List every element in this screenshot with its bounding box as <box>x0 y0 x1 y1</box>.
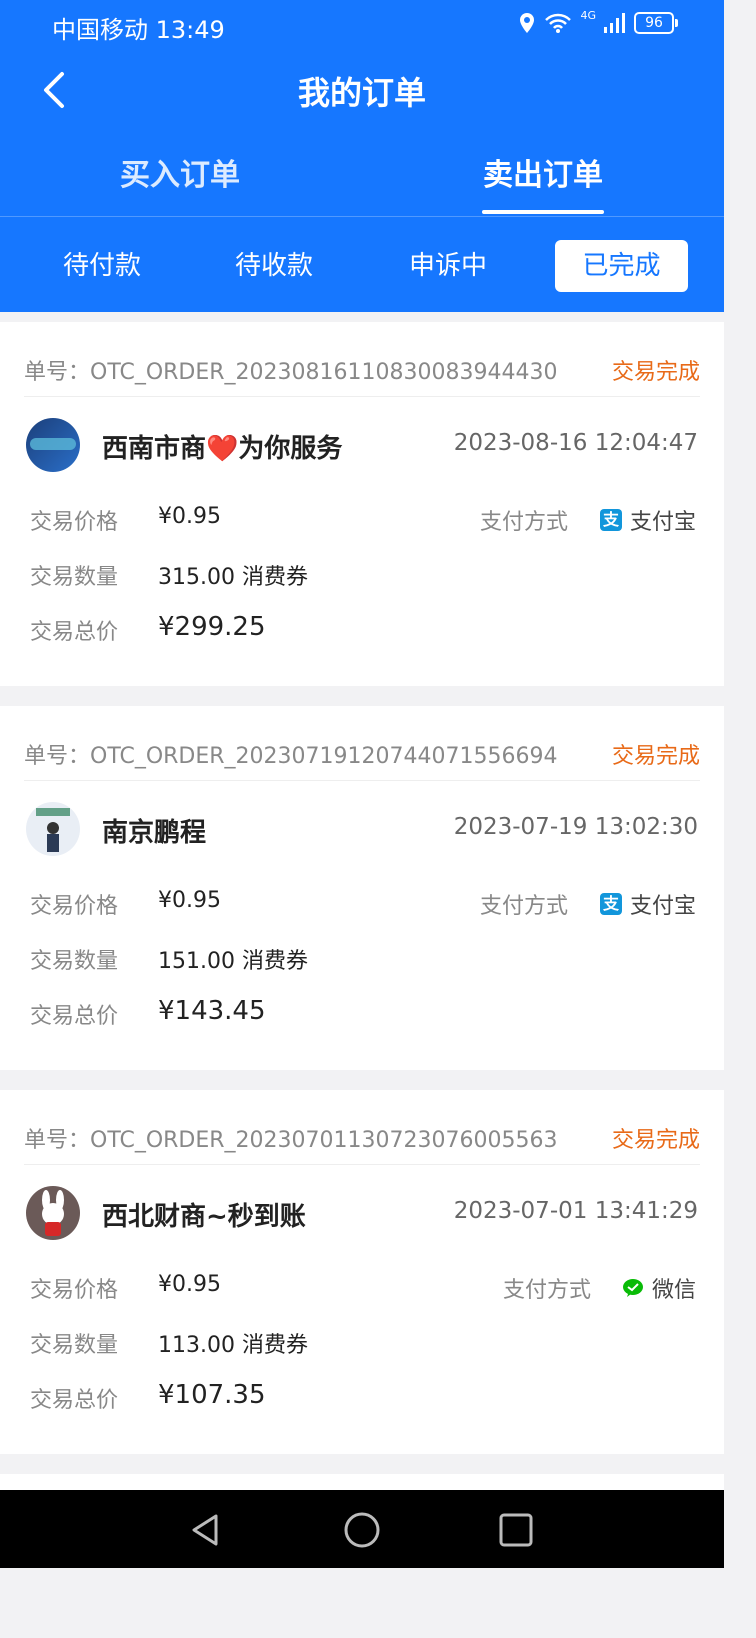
pay-method-label: 支付方式 <box>503 1278 592 1303</box>
divider <box>24 780 700 781</box>
recents-square-icon[interactable] <box>496 1510 536 1550</box>
pay-method: 支 支付宝 <box>599 888 696 920</box>
system-nav-bar <box>0 1490 724 1568</box>
price-label: 交易价格 <box>30 1278 119 1303</box>
pay-method-value: 支付宝 <box>629 894 696 919</box>
status-icons: 4G 96 <box>518 8 678 34</box>
price-value: ¥0.95 <box>158 1272 221 1297</box>
divider <box>24 396 700 397</box>
network-type: 4G <box>580 8 596 22</box>
quantity-value: 151.00 消费券 <box>158 949 308 974</box>
quantity-label: 交易数量 <box>30 565 119 590</box>
price-value: ¥0.95 <box>158 888 221 913</box>
pay-method: 支 支付宝 <box>599 504 696 536</box>
quantity-value: 315.00 消费券 <box>158 565 308 590</box>
total-label: 交易总价 <box>30 1004 119 1029</box>
wechat-icon <box>622 1279 643 1297</box>
quantity-label: 交易数量 <box>30 949 119 974</box>
alipay-icon: 支 <box>599 509 622 531</box>
pay-method-label: 支付方式 <box>480 510 569 535</box>
seller-name: 西北财商~秒到账 <box>102 1202 306 1232</box>
seller-name: 西南市商❤️为你服务 <box>102 434 343 464</box>
quantity-value: 113.00 消费券 <box>158 1333 308 1358</box>
seller-name: 南京鹏程 <box>102 818 207 848</box>
alipay-icon: 支 <box>599 893 622 915</box>
page-title: 我的订单 <box>297 74 426 112</box>
avatar <box>26 802 80 856</box>
total-value: ¥107.35 <box>158 1380 266 1410</box>
tab-sell-orders[interactable]: 卖出订单 <box>443 150 643 194</box>
pay-method-value: 支付宝 <box>629 510 696 535</box>
order-card[interactable] <box>0 1474 724 1490</box>
order-time: 2023-07-01 13:41:29 <box>453 1198 698 1224</box>
order-card[interactable]: 单号：OTC_ORDER_20230816110830083944430 交易完… <box>0 322 724 686</box>
order-number: 单号：OTC_ORDER_20230719120744071556694 <box>24 744 558 769</box>
order-time: 2023-08-16 12:04:47 <box>453 430 698 456</box>
order-card[interactable]: 单号：OTC_ORDER_20230701130723076005563 交易完… <box>0 1090 724 1454</box>
carrier-time: 中国移动 13:49 <box>52 16 225 44</box>
total-value: ¥299.25 <box>158 612 266 642</box>
app-header: 中国移动 13:49 4G 96 我的订单 买入订单 卖出订单 待付款 待收款 … <box>0 0 724 312</box>
quantity-label: 交易数量 <box>30 1333 119 1358</box>
price-label: 交易价格 <box>30 510 119 535</box>
back-triangle-icon[interactable] <box>186 1510 226 1550</box>
location-icon <box>520 13 535 33</box>
order-time: 2023-07-19 13:02:30 <box>453 814 698 840</box>
seller-row: 南京鹏程 2023-07-19 13:02:30 <box>26 802 698 858</box>
filter-completed[interactable]: 已完成 <box>555 240 688 292</box>
signal-icon <box>604 13 625 33</box>
order-number: 单号：OTC_ORDER_20230816110830083944430 <box>24 360 558 385</box>
pay-method: 微信 <box>622 1272 696 1304</box>
order-number: 单号：OTC_ORDER_20230701130723076005563 <box>24 1128 558 1153</box>
pay-method-value: 微信 <box>651 1278 696 1303</box>
filter-in-dispute[interactable]: 申诉中 <box>376 240 520 292</box>
order-status: 交易完成 <box>611 360 700 385</box>
order-status: 交易完成 <box>611 1128 700 1153</box>
avatar <box>26 418 80 472</box>
order-type-tabs: 买入订单 卖出订单 <box>0 150 724 216</box>
total-label: 交易总价 <box>30 620 119 645</box>
status-bar: 中国移动 13:49 4G 96 <box>0 0 724 52</box>
order-card[interactable]: 单号：OTC_ORDER_20230719120744071556694 交易完… <box>0 706 724 1070</box>
total-value: ¥143.45 <box>158 996 266 1026</box>
price-value: ¥0.95 <box>158 504 221 529</box>
active-tab-indicator <box>482 210 604 214</box>
filter-pending-payment[interactable]: 待付款 <box>30 240 174 292</box>
status-filter-bar: 待付款 待收款 申诉中 已完成 <box>0 240 724 292</box>
order-status: 交易完成 <box>611 744 700 769</box>
total-label: 交易总价 <box>30 1388 119 1413</box>
seller-row: 西北财商~秒到账 2023-07-01 13:41:29 <box>26 1186 698 1242</box>
price-label: 交易价格 <box>30 894 119 919</box>
battery-icon: 96 <box>634 12 678 34</box>
header-divider <box>0 216 724 217</box>
tab-buy-orders[interactable]: 买入订单 <box>80 150 280 194</box>
divider <box>24 1164 700 1165</box>
pay-method-label: 支付方式 <box>480 894 569 919</box>
home-circle-icon[interactable] <box>342 1510 382 1550</box>
filter-pending-receipt[interactable]: 待收款 <box>202 240 346 292</box>
seller-row: 西南市商❤️为你服务 2023-08-16 12:04:47 <box>26 418 698 474</box>
avatar <box>26 1186 80 1240</box>
wifi-icon <box>545 13 572 33</box>
